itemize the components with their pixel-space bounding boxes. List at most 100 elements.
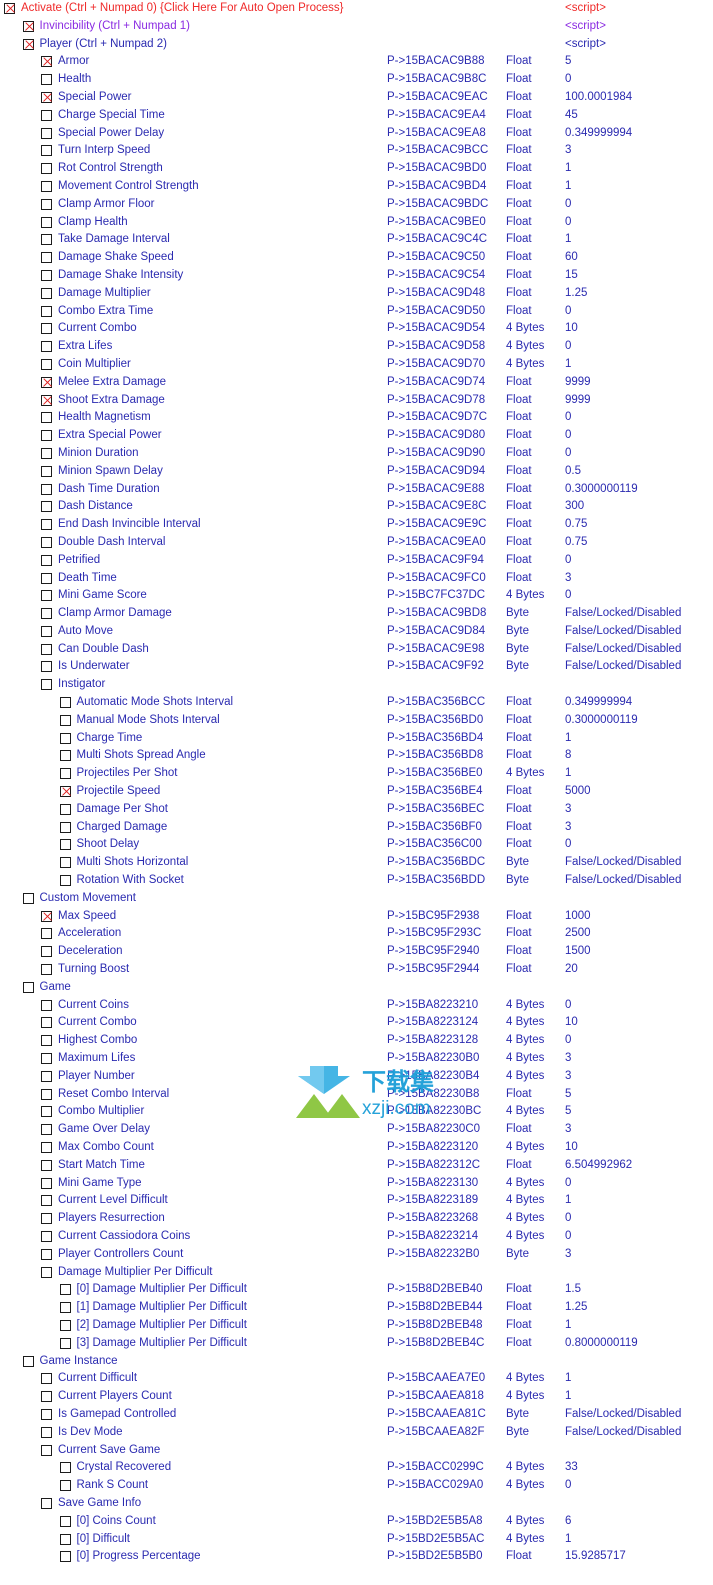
row-checkbox-unchecked[interactable] (41, 946, 52, 958)
row-checkbox-unchecked[interactable] (41, 430, 52, 442)
cheat-table-row[interactable]: Players Resurrection P->15BA8223268 4 Byte… (0, 1210, 713, 1228)
row-value[interactable]: 5 (565, 1086, 571, 1104)
cheat-table-row[interactable]: Special Power P->15BACAC9EAC Float 100.0001… (0, 89, 713, 107)
row-checkbox-unchecked[interactable] (41, 1391, 52, 1403)
cheat-table-row[interactable]: [0] Damage Multiplier Per Difficult P->15… (0, 1281, 713, 1299)
cheat-table-row[interactable]: Combo Multiplier P->15BA82230BC 4 Bytes 5 (0, 1103, 713, 1121)
row-script-marker[interactable]: <script> (565, 18, 606, 36)
cheat-table-row[interactable]: Automatic Mode Shots Interval P->15BAC356… (0, 694, 713, 712)
row-value[interactable]: 5 (565, 1103, 571, 1121)
row-value[interactable]: 0 (565, 997, 571, 1015)
cheat-table-row[interactable]: Death Time P->15BACAC9FC0 Float 3 (0, 570, 713, 588)
row-value[interactable]: 3 (565, 570, 571, 588)
row-checkbox-unchecked[interactable] (59, 1480, 71, 1492)
row-checkbox-unchecked[interactable] (22, 1355, 34, 1367)
row-value[interactable]: 0 (565, 587, 571, 605)
row-checkbox-unchecked[interactable] (41, 269, 52, 281)
row-checkbox-unchecked[interactable] (41, 1106, 52, 1118)
row-checkbox-unchecked[interactable] (41, 1444, 52, 1456)
row-checkbox-unchecked[interactable] (41, 679, 52, 691)
cheat-table-row[interactable]: Double Dash Interval P->15BACAC9EA0 Float 0… (0, 534, 713, 552)
cheat-table-row[interactable]: Current Coins P->15BA8223210 4 Bytes 0 (0, 997, 713, 1015)
cheat-table-row[interactable]: Can Double Dash P->15BACAC9E98 Byte False/L… (0, 641, 713, 659)
row-checkbox-unchecked[interactable] (41, 287, 52, 299)
cheat-table-row[interactable]: [0] Progress Percentage P->15BD2E5B5B0 Flo… (0, 1548, 713, 1566)
row-checkbox-unchecked[interactable] (59, 803, 71, 815)
cheat-table-row[interactable]: Acceleration P->15BC95F293C Float 2500 (0, 925, 713, 943)
row-checkbox-unchecked[interactable] (59, 839, 71, 851)
cheat-table-row[interactable]: Game (0, 979, 713, 997)
cheat-table-row[interactable]: Rank S Count P->15BACC029A0 4 Bytes 0 (0, 1477, 713, 1495)
cheat-table-row[interactable]: Dash Time Duration P->15BACAC9E88 Float 0.3… (0, 481, 713, 499)
row-checkbox-unchecked[interactable] (41, 625, 52, 637)
row-checkbox-unchecked[interactable] (41, 1373, 52, 1385)
row-value[interactable]: 0 (565, 303, 571, 321)
cheat-table-row[interactable]: Turning Boost P->15BC95F2944 Float 20 (0, 961, 713, 979)
row-checkbox-unchecked[interactable] (59, 732, 71, 744)
row-value[interactable]: 0 (565, 427, 571, 445)
cheat-table-row[interactable]: Current Combo P->15BA8223124 4 Bytes 10 (0, 1014, 713, 1032)
row-value[interactable]: 3 (565, 142, 571, 160)
cheat-table-row[interactable]: Damage Per Shot P->15BAC356BEC Float 3 (0, 801, 713, 819)
cheat-table-row[interactable]: Combo Extra Time P->15BACAC9D50 Float 0 (0, 303, 713, 321)
row-checkbox-unchecked[interactable] (59, 1319, 71, 1331)
cheat-table-row[interactable]: Current Difficult P->15BCAAEA7E0 4 Bytes 1 (0, 1370, 713, 1388)
cheat-table-row[interactable]: [3] Damage Multiplier Per Difficult P->15… (0, 1335, 713, 1353)
row-value[interactable]: 3 (565, 801, 571, 819)
row-checkbox-unchecked[interactable] (41, 1070, 52, 1082)
row-checkbox-unchecked[interactable] (41, 519, 52, 531)
row-checkbox-unchecked[interactable] (41, 572, 52, 584)
cheat-table-row[interactable]: Projectile Speed P->15BAC356BE4 Float 5000 (0, 783, 713, 801)
row-value[interactable]: 15 (565, 267, 578, 285)
row-value[interactable]: 100.0001984 (565, 89, 632, 107)
row-checkbox-unchecked[interactable] (41, 1017, 52, 1029)
row-value[interactable]: 300 (565, 498, 584, 516)
cheat-table-row[interactable]: Multi Shots Horizontal P->15BAC356BDC Byte… (0, 854, 713, 872)
cheat-table-row[interactable]: [2] Damage Multiplier Per Difficult P->15… (0, 1317, 713, 1335)
cheat-table-row[interactable]: Game Over Delay P->15BA82230C0 Float 3 (0, 1121, 713, 1139)
row-value[interactable]: 0 (565, 409, 571, 427)
row-checkbox-unchecked[interactable] (59, 1533, 71, 1545)
row-checkbox-unchecked[interactable] (41, 1497, 52, 1509)
row-checkbox-unchecked[interactable] (41, 74, 52, 86)
row-checkbox-unchecked[interactable] (59, 1551, 71, 1563)
row-value[interactable]: 6 (565, 1513, 571, 1531)
row-value[interactable]: 10 (565, 320, 578, 338)
cheat-table-row[interactable]: Custom Movement (0, 890, 713, 908)
row-value[interactable]: False/Locked/Disabled (565, 658, 681, 676)
row-checkbox-unchecked[interactable] (41, 216, 52, 228)
row-checkbox-unchecked[interactable] (59, 714, 71, 726)
row-value[interactable]: False/Locked/Disabled (565, 1406, 681, 1424)
cheat-table-row[interactable]: Clamp Health P->15BACAC9BE0 Float 0 (0, 214, 713, 232)
cheat-table-row[interactable]: [1] Damage Multiplier Per Difficult P->15… (0, 1299, 713, 1317)
row-value[interactable]: 0 (565, 552, 571, 570)
row-checkbox-unchecked[interactable] (59, 875, 71, 887)
row-value[interactable]: False/Locked/Disabled (565, 623, 681, 641)
cheat-table-row[interactable]: Health P->15BACAC9B8C Float 0 (0, 71, 713, 89)
row-checkbox-unchecked[interactable] (41, 643, 52, 655)
cheat-table-row[interactable]: Health Magnetism P->15BACAC9D7C Float 0 (0, 409, 713, 427)
cheat-table-row[interactable]: Instigator (0, 676, 713, 694)
row-checkbox-unchecked[interactable] (59, 1462, 71, 1474)
row-value[interactable]: 0.3000000119 (565, 712, 638, 730)
cheat-table-row[interactable]: Current Players Count P->15BCAAEA818 4 Byt… (0, 1388, 713, 1406)
row-checkbox-checked[interactable] (41, 56, 52, 68)
cheat-table-row[interactable]: Minion Duration P->15BACAC9D90 Float 0 (0, 445, 713, 463)
cheat-table-row[interactable]: Charged Damage P->15BAC356BF0 Float 3 (0, 819, 713, 837)
cheat-table-row[interactable]: Extra Special Power P->15BACAC9D80 Float 0 (0, 427, 713, 445)
row-checkbox-unchecked[interactable] (41, 1142, 52, 1153)
row-checkbox-unchecked[interactable] (41, 590, 52, 602)
row-value[interactable]: 1 (565, 1370, 571, 1388)
row-checkbox-unchecked[interactable] (59, 1302, 71, 1314)
row-script-marker[interactable]: <script> (565, 36, 606, 54)
row-value[interactable]: 0.8000000119 (565, 1335, 638, 1353)
row-checkbox-checked[interactable] (41, 910, 52, 922)
cheat-table-row[interactable]: Multi Shots Spread Angle P->15BAC356BD8 Fl… (0, 747, 713, 765)
row-value[interactable]: 1500 (565, 943, 591, 961)
row-checkbox-unchecked[interactable] (41, 1266, 52, 1278)
cheat-table-row[interactable]: Reset Combo Interval P->15BA82230B8 Float 5 (0, 1086, 713, 1104)
row-checkbox-unchecked[interactable] (22, 892, 34, 904)
row-checkbox-unchecked[interactable] (41, 1408, 52, 1420)
cheat-table-row[interactable]: Is Underwater P->15BACAC9F92 Byte False/Loc… (0, 658, 713, 676)
row-value[interactable]: 0.349999994 (565, 694, 632, 712)
